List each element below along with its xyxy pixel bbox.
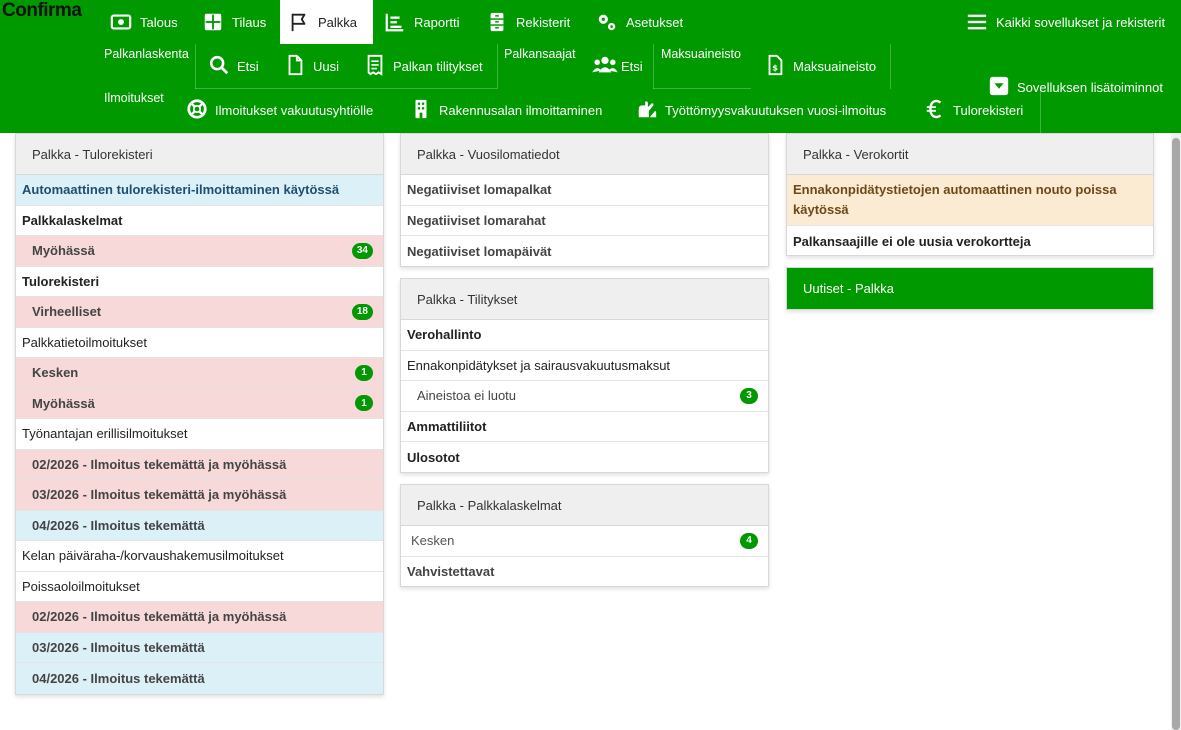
flag-icon (288, 11, 310, 33)
palkanlaskenta-etsi[interactable]: Etsi (208, 44, 259, 88)
ennakonpidatykset-heading: Ennakonpidätykset ja sairausvakuutusmaks… (401, 351, 768, 381)
ilmoitukset-vakuutusyhtiolle[interactable]: Ilmoitukset vakuutusyhtiölle (186, 88, 373, 132)
erillis-row[interactable]: 03/2026 - Ilmoitus tekemättä ja myöhässä (16, 480, 383, 511)
palkkalaskelmat-heading: Palkkalaskelmat (16, 206, 383, 236)
nav-talous[interactable]: Talous (102, 0, 186, 44)
euro-icon (924, 98, 946, 123)
panel-title: Palkka - Palkkalaskelmat (401, 485, 768, 526)
kela-heading: Kelan päiväraha-/korvaushakemusilmoituks… (16, 541, 383, 572)
kesken-row[interactable]: Kesken 4 (401, 526, 768, 557)
tyottomyysvakuutus-vuosi-ilmoitus[interactable]: Työttömyysvakuutuksen vuosi-ilmoitus (636, 88, 886, 132)
negative-holiday-bonus[interactable]: Negatiiviset lomarahat (401, 206, 768, 236)
search-icon (208, 54, 230, 79)
panel-tulorekisteri: Palkka - Tulorekisteri Automaattinen tul… (15, 133, 384, 695)
erillisilmoitukset-heading: Työnantajan erillisilmoitukset (16, 419, 383, 450)
all-apps-menu[interactable]: Kaikki sovellukset ja rekisterit (958, 0, 1173, 44)
panel-vuosilomatiedot: Palkka - Vuosilomatiedot Negatiiviset lo… (400, 133, 769, 267)
hamburger-icon (966, 11, 988, 33)
panel-title: Palkka - Tilitykset (401, 279, 768, 320)
panel-tilitykset: Palkka - Tilitykset Verohallinto Ennakon… (400, 278, 769, 473)
nav-asetukset[interactable]: Asetukset (588, 0, 691, 44)
tulorekisteri-heading: Tulorekisteri (16, 267, 383, 297)
myohassa2-row[interactable]: Myöhässä 1 (16, 388, 383, 419)
poissaolo-row[interactable]: 03/2026 - Ilmoitus tekemättä (16, 632, 383, 663)
users-icon (590, 54, 620, 79)
erillis-row[interactable]: 04/2026 - Ilmoitus tekemättä (16, 510, 383, 541)
auto-fetch-notice[interactable]: Ennakonpidätystietojen automaattinen nou… (787, 175, 1153, 226)
count-badge: 1 (355, 364, 373, 381)
negative-holiday-pay[interactable]: Negatiiviset lomapalkat (401, 175, 768, 206)
nav-palkka[interactable]: Palkka (280, 0, 373, 44)
ammattiliitot-heading: Ammattiliitot (401, 412, 768, 442)
kesken-row[interactable]: Kesken 1 (16, 358, 383, 389)
nav-tilaus[interactable]: Tilaus (194, 0, 274, 44)
palkan-tilitykset[interactable]: Palkan tilitykset (364, 44, 483, 88)
poissaolo-row[interactable]: 04/2026 - Ilmoitus tekemättä (16, 663, 383, 694)
count-badge: 34 (351, 242, 373, 259)
vahvistettavat-row[interactable]: Vahvistettavat (401, 557, 768, 588)
poissaolo-heading: Poissaoloilmoitukset (16, 572, 383, 602)
panel-uutiset: Uutiset - Palkka (786, 267, 1154, 310)
maksuaineisto-item[interactable]: $ Maksuaineisto (764, 44, 876, 88)
count-badge: 1 (355, 395, 373, 412)
verohallinto-heading: Verohallinto (401, 320, 768, 351)
panel-palkkalaskelmat: Palkka - Palkkalaskelmat Kesken 4 Vahvist… (400, 484, 769, 587)
group-ilmoitukset: Ilmoitukset (104, 91, 164, 105)
panel-title[interactable]: Uutiset - Palkka (787, 268, 1153, 309)
aineisto-row[interactable]: Aineistoa ei luotu 3 (401, 381, 768, 412)
rakennusalan-ilmoittaminen[interactable]: Rakennusalan ilmoittaminen (410, 88, 602, 132)
grid-icon (202, 11, 224, 33)
building-icon (410, 98, 432, 123)
no-new-tax-cards: Palkansaajille ei ole uusia verokortteja (793, 233, 1031, 249)
group-maksuaineisto: Maksuaineisto (661, 47, 741, 61)
palkanlaskenta-uusi[interactable]: Uusi (284, 44, 339, 88)
nav-raportti[interactable]: Raportti (376, 0, 468, 44)
panel-verokortit: Palkka - Verokortit Ennakonpidätystietoj… (786, 133, 1154, 256)
count-badge: 4 (740, 532, 758, 549)
receipt-icon (364, 54, 386, 79)
money-icon (110, 11, 132, 33)
myohassa-row[interactable]: Myöhässä 34 (16, 236, 383, 267)
confirma-logo[interactable]: Confirma (2, 0, 82, 22)
hands-icon (636, 98, 658, 123)
auto-reporting-status[interactable]: Automaattinen tulorekisteri-ilmoittamine… (16, 175, 383, 206)
svg-text:$: $ (772, 62, 778, 72)
panel-title: Palkka - Verokortit (787, 134, 1153, 175)
panel-title: Palkka - Vuosilomatiedot (401, 134, 768, 175)
group-palkansaajat: Palkansaajat (504, 47, 576, 61)
ilmoitukset-tulorekisteri[interactable]: Tulorekisteri (924, 88, 1023, 132)
count-badge: 3 (740, 387, 758, 404)
payment-file-icon: $ (764, 54, 786, 79)
count-badge: 18 (351, 303, 373, 320)
virheelliset-row[interactable]: Virheelliset 18 (16, 297, 383, 328)
group-palkanlaskenta: Palkanlaskenta (104, 47, 189, 61)
cabinet-icon (486, 11, 508, 33)
nav-rekisterit[interactable]: Rekisterit (478, 0, 578, 44)
erillis-row[interactable]: 02/2026 - Ilmoitus tekemättä ja myöhässä (16, 449, 383, 480)
negative-holiday-days[interactable]: Negatiiviset lomapäivät (401, 236, 768, 267)
palkansaajat-etsi[interactable]: Etsi (590, 44, 643, 88)
palkkatieto-heading: Palkkatietoilmoitukset (16, 328, 383, 358)
panel-title: Palkka - Tulorekisteri (16, 134, 383, 175)
top-navigation: Confirma Talous Tilaus Palkka Raportti R… (0, 0, 1181, 133)
gears-icon (596, 11, 618, 33)
lifebuoy-icon (186, 98, 208, 123)
ulosotot-heading: Ulosotot (407, 449, 460, 465)
report-icon (384, 11, 406, 33)
scrollbar-thumb[interactable] (1172, 138, 1180, 730)
poissaolo-row[interactable]: 02/2026 - Ilmoitus tekemättä ja myöhässä (16, 602, 383, 633)
new-document-icon (284, 54, 306, 79)
